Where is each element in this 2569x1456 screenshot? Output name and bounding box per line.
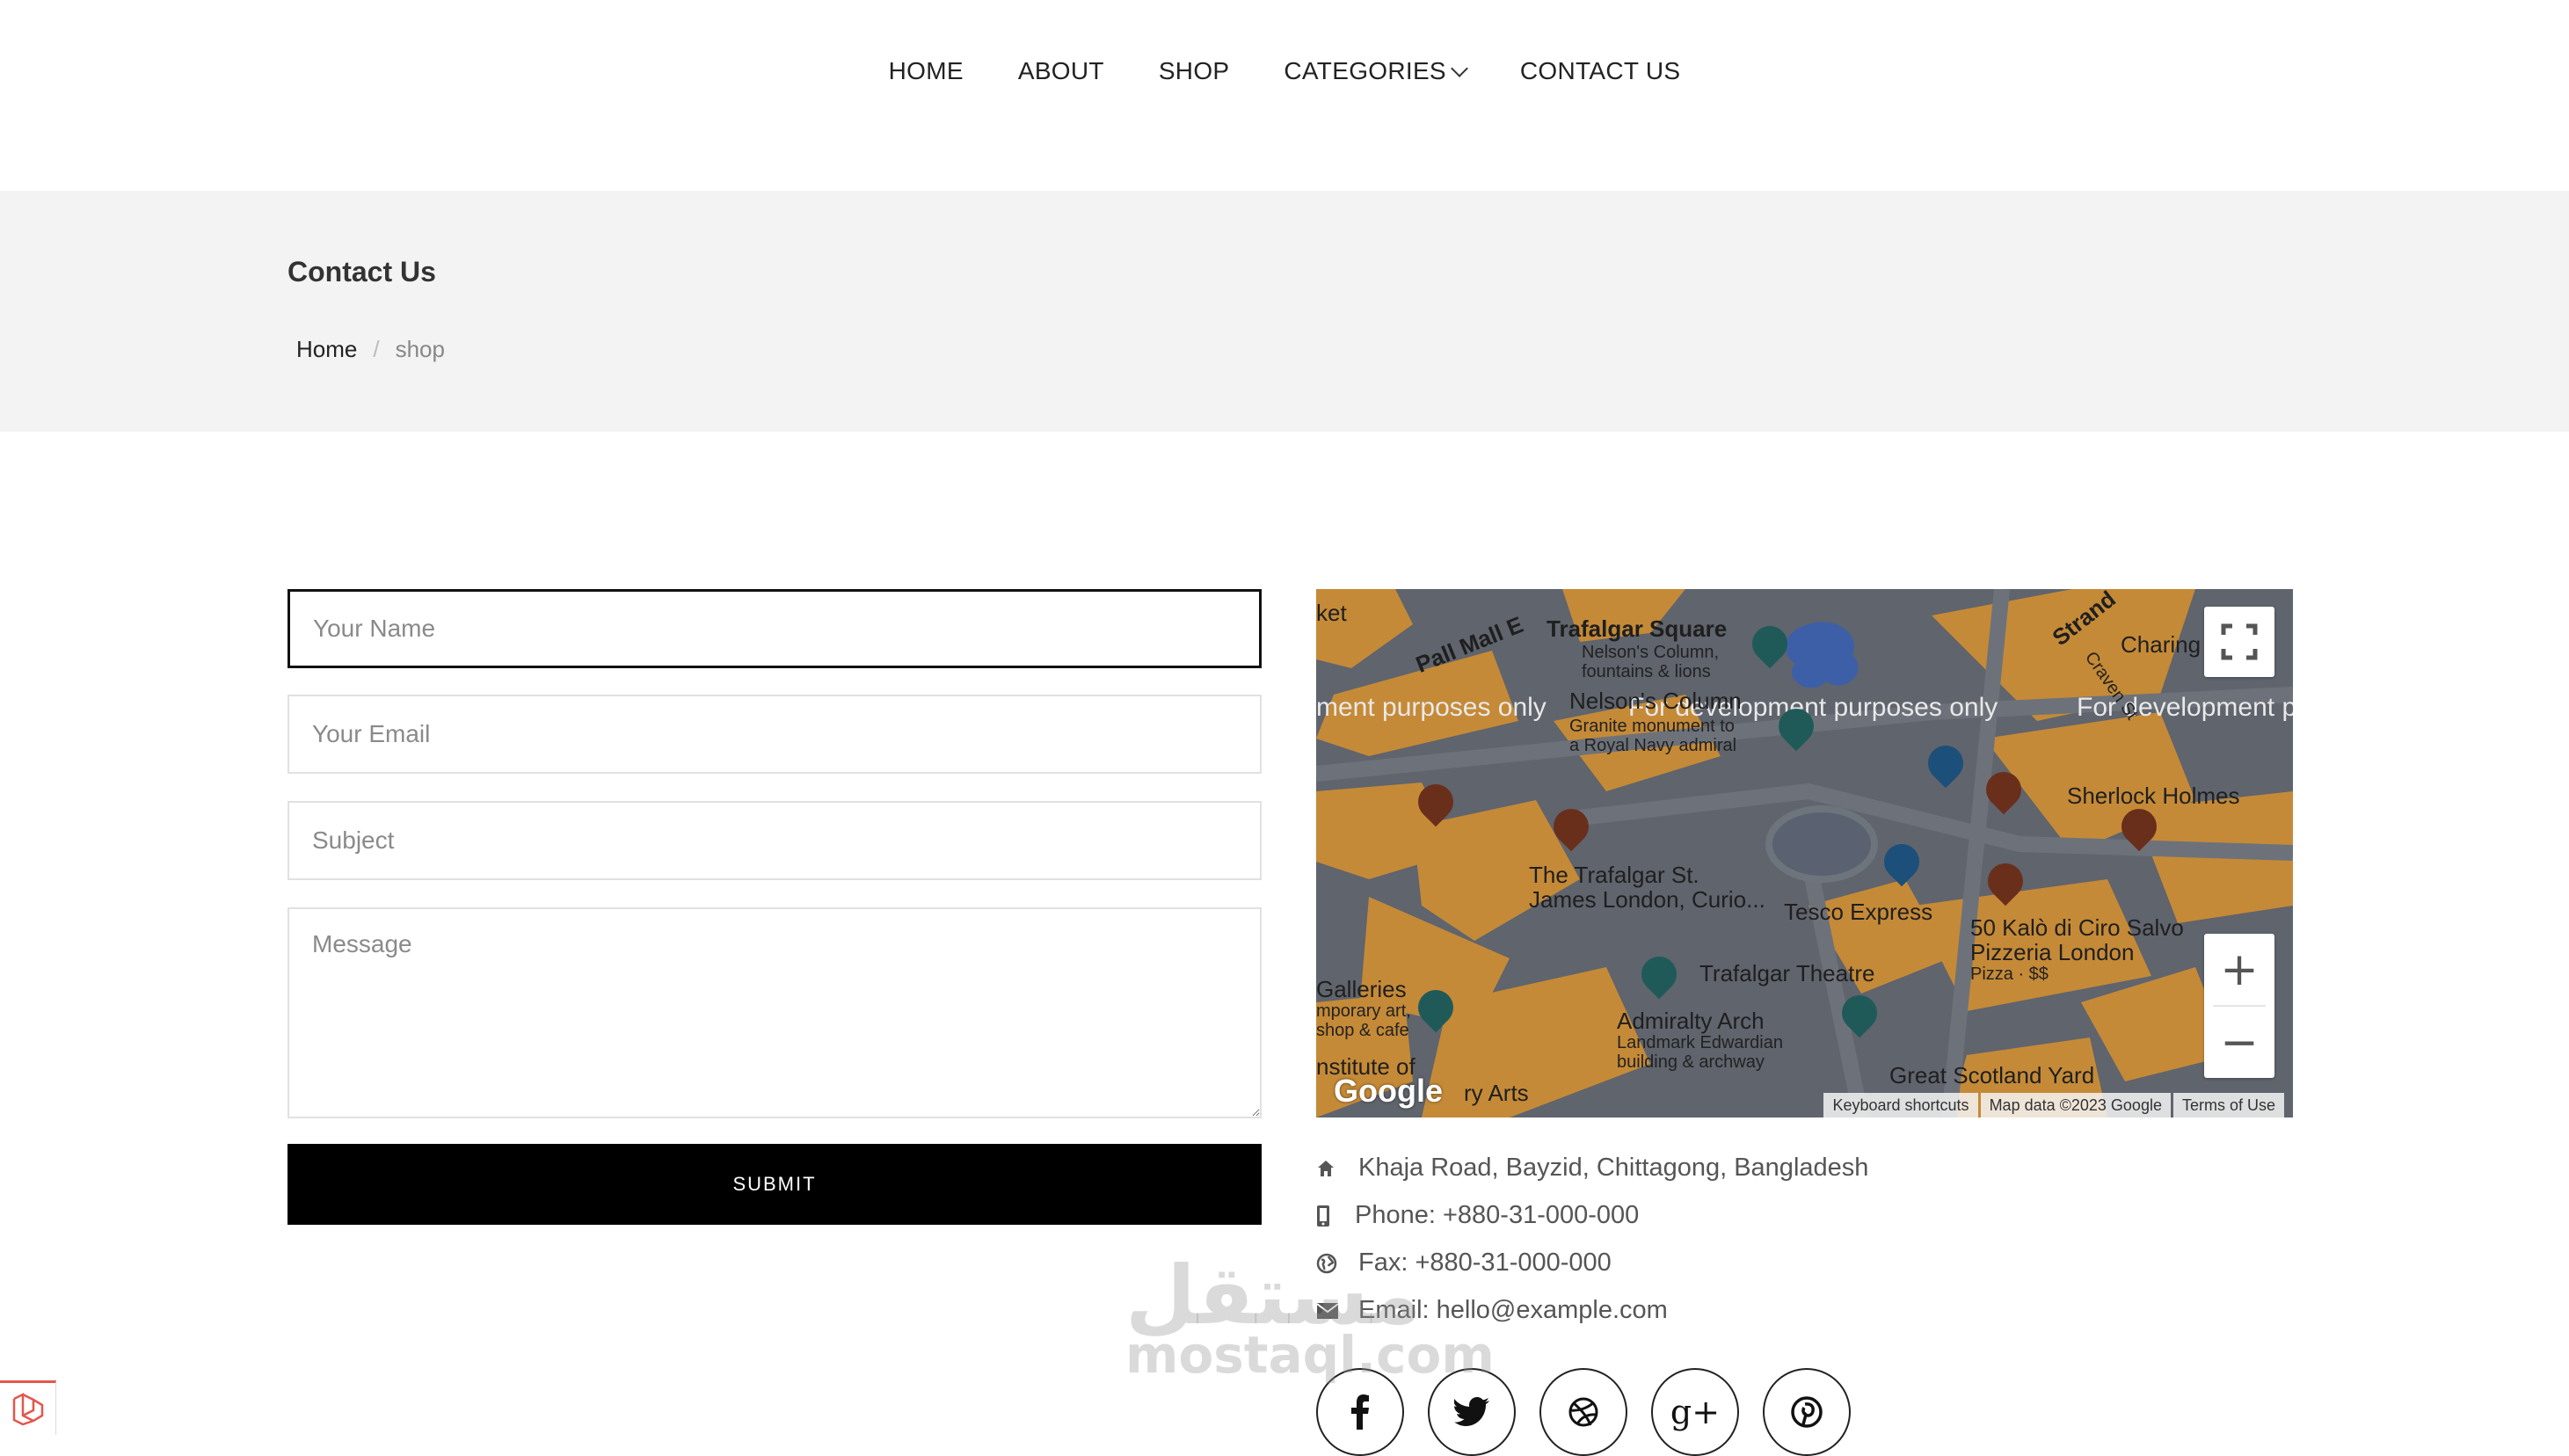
page-header-band [0, 191, 2569, 432]
pinterest-link[interactable] [1763, 1368, 1851, 1456]
terms-of-use-link[interactable]: Terms of Use [2172, 1093, 2284, 1117]
twitter-icon [1454, 1397, 1489, 1426]
breadcrumb-home[interactable]: Home [296, 336, 357, 363]
pinterest-icon [1791, 1396, 1823, 1428]
nav-categories-label: CATEGORIES [1284, 57, 1446, 84]
map-label-trafalgar-square: Trafalgar Square [1546, 615, 1728, 642]
map-label-trafalgar-theatre: Trafalgar Theatre [1699, 960, 1875, 986]
map-label-trafalgar-sub2: fountains & lions [1582, 662, 1711, 681]
nav-categories[interactable]: CATEGORIES [1284, 57, 1468, 85]
map-label-trafalgar-st-james-2: James London, Curio... [1529, 886, 1765, 913]
keyboard-shortcuts-link[interactable]: Keyboard shortcuts [1823, 1093, 1978, 1117]
map-label-sherlock: Sherlock Holmes [2067, 783, 2240, 809]
fullscreen-button[interactable] [2204, 607, 2274, 677]
nav-home[interactable]: HOME [889, 57, 964, 85]
nav-about[interactable]: ABOUT [1018, 57, 1104, 85]
google-logo: Google [1334, 1073, 1443, 1109]
map-label-admiralty-sub2: building & archway [1617, 1052, 1765, 1072]
map-label-kalo-2: Pizzeria London [1970, 939, 2135, 965]
map-label-galleries-3: shop & cafe [1316, 1021, 1409, 1040]
zoom-in-button[interactable]: + [2204, 934, 2274, 1005]
google-plus-icon: g+ [1670, 1393, 1721, 1431]
mostaql-watermark: مستقل mostaql.com [1125, 1249, 1495, 1385]
map-label-great-scotland: Great Scotland Yard [1889, 1062, 2095, 1088]
watermark-latin: mostaql.com [1125, 1325, 1495, 1385]
map-label-ry-arts: ry Arts [1464, 1080, 1529, 1106]
breadcrumb-current: shop [395, 336, 445, 362]
message-textarea[interactable] [287, 907, 1262, 1118]
zoom-controls: + − [2204, 934, 2274, 1078]
map-data-text: Map data ©2023 Google [1980, 1093, 2171, 1117]
map-label-galleries-2: mporary art, [1316, 1001, 1411, 1021]
dribbble-icon [1568, 1397, 1598, 1427]
google-map[interactable]: ment purposes only For development purpo… [1316, 589, 2293, 1117]
map-label-ket: ket [1316, 600, 1347, 626]
email-input[interactable] [287, 695, 1262, 774]
map-label-nelsons-sub2: a Royal Navy admiral [1569, 736, 1737, 755]
map-label-nelsons-column: Nelson's Column [1569, 688, 1742, 714]
map-label-kalo-3: Pizza · $$ [1970, 965, 2049, 984]
map-background [1316, 589, 2293, 1117]
phone-text: Phone: +880-31-000-000 [1355, 1201, 1640, 1229]
map-label-admiralty: Admiralty Arch [1617, 1008, 1765, 1034]
breadcrumb-separator: / [373, 336, 380, 362]
zoom-out-button[interactable]: − [2204, 1007, 2274, 1078]
map-label-galleries-1: Galleries [1316, 976, 1407, 1002]
contact-phone: Phone: +880-31-000-000 [1316, 1201, 1639, 1230]
map-label-tesco: Tesco Express [1784, 899, 1933, 925]
main-nav: HOME ABOUT SHOP CATEGORIES CONTACT US [0, 51, 2569, 91]
subject-input[interactable] [287, 801, 1262, 880]
nav-shop[interactable]: SHOP [1159, 57, 1230, 85]
google-plus-link[interactable]: g+ [1651, 1368, 1739, 1456]
map-label-nelsons-sub1: Granite monument to [1569, 717, 1735, 736]
contact-address: Khaja Road, Bayzid, Chittagong, Banglade… [1316, 1154, 1868, 1183]
mobile-phone-icon [1316, 1205, 1343, 1227]
map-label-admiralty-sub1: Landmark Edwardian [1617, 1033, 1783, 1052]
submit-button[interactable]: SUBMIT [287, 1144, 1262, 1225]
map-attribution: Keyboard shortcuts Map data ©2023 Google… [1821, 1093, 2284, 1117]
name-input[interactable] [287, 589, 1262, 668]
map-label-kalo-1: 50 Kalò di Ciro Salvo [1970, 914, 2184, 941]
breadcrumb: Home / shop [296, 336, 445, 363]
laravel-debug-badge[interactable] [0, 1380, 56, 1435]
fullscreen-icon [2221, 623, 2258, 660]
dribbble-link[interactable] [1539, 1368, 1627, 1456]
nav-contact[interactable]: CONTACT US [1520, 57, 1680, 85]
chevron-down-icon [1451, 60, 1468, 77]
page-title: Contact Us [287, 256, 436, 288]
home-icon [1316, 1159, 1343, 1178]
address-text: Khaja Road, Bayzid, Chittagong, Banglade… [1358, 1154, 1869, 1182]
map-label-trafalgar-sub1: Nelson's Column, [1582, 643, 1720, 662]
map-dev-watermark-left: ment purposes only [1316, 693, 1546, 722]
facebook-icon [1351, 1394, 1369, 1430]
map-label-trafalgar-st-james-1: The Trafalgar St. [1529, 862, 1699, 888]
map-label-charing: Charing [2121, 631, 2201, 658]
laravel-icon [12, 1392, 43, 1425]
